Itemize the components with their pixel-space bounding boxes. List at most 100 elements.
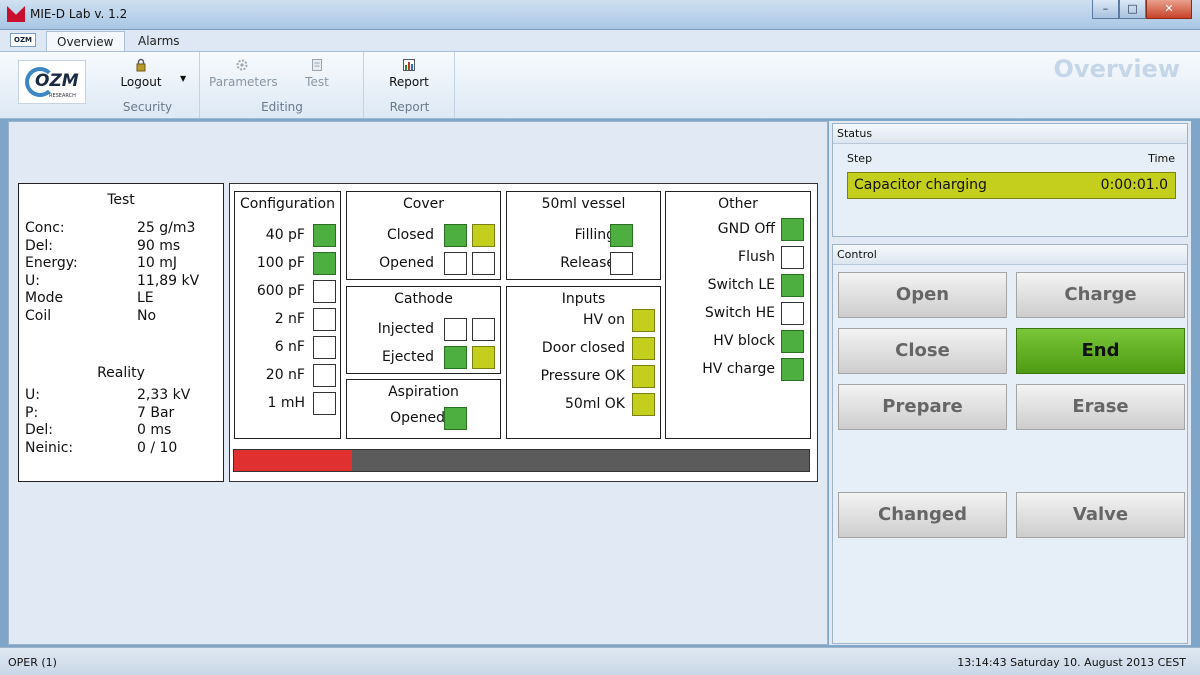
value-key: Energy: (25, 255, 78, 271)
logout-button[interactable]: Logout (106, 58, 176, 89)
ribbon-tabs: OZM Overview Alarms (0, 30, 1200, 51)
value-val: 0 / 10 (137, 439, 178, 456)
indicator-label: Opened (379, 255, 434, 271)
lock-icon (136, 58, 146, 72)
status-indicator (444, 318, 467, 341)
status-indicator (781, 246, 804, 269)
status-step-header: Step (847, 152, 873, 165)
indicator-label: Flush (738, 249, 775, 265)
value-row: Neinic: 0 / 10 (25, 440, 215, 457)
status-indicator (781, 274, 804, 297)
indicator-label: Pressure OK (540, 368, 625, 384)
status-indicator (610, 224, 633, 247)
close-cover-button[interactable]: Close (838, 328, 1007, 374)
control-pane: Control Open Charge Close End Prepare Er… (832, 244, 1188, 644)
tab-overview[interactable]: Overview (46, 31, 125, 51)
datetime-status: 13:14:43 Saturday 10. August 2013 CEST (957, 656, 1186, 669)
value-val: 7 Bar (137, 404, 175, 421)
status-time-value: 0:00:01.0 (1100, 177, 1168, 193)
configuration-title: Configuration (240, 196, 335, 212)
value-row: Conc: 25 g/m3 (25, 220, 215, 237)
group-label-editing: Editing (261, 100, 303, 114)
app-menu-button[interactable]: OZM (10, 33, 36, 47)
progress-fill (234, 450, 352, 471)
report-chart-icon (403, 59, 415, 71)
logo-text: OZM (35, 71, 79, 91)
company-logo: OZM RESEARCH (18, 60, 86, 104)
ribbon-group-report: Report Report (365, 52, 455, 118)
chevron-down-icon[interactable]: ▼ (180, 74, 186, 83)
cathode-title: Cathode (394, 291, 453, 307)
status-indicator (313, 336, 336, 359)
ribbon: OZM RESEARCH Logout ▼ Security Parameter… (0, 51, 1200, 119)
status-row[interactable]: Capacitor charging 0:00:01.0 (847, 172, 1176, 199)
indicator-label: Injected (377, 321, 434, 337)
changed-button[interactable]: Changed (838, 492, 1007, 538)
charge-button[interactable]: Charge (1016, 272, 1185, 318)
value-row: Coil No (25, 308, 215, 325)
value-key: Del: (25, 237, 53, 254)
value-key: U: (25, 387, 40, 403)
value-row: U: 11,89 kV (25, 273, 215, 290)
minimize-button[interactable]: – (1092, 0, 1119, 19)
configuration-panel: Configuration 40 pF 100 pF 600 pF 2 nF 6 nF 2… (234, 191, 341, 439)
status-step-value: Capacitor charging (854, 177, 987, 193)
value-val: 10 mJ (137, 255, 178, 271)
value-key: U: (25, 272, 40, 289)
value-row: Del: 0 ms (25, 422, 215, 439)
report-button[interactable]: Report (379, 58, 439, 89)
status-bar: OPER (1) 13:14:43 Saturday 10. August 20… (0, 647, 1200, 675)
status-indicator (781, 330, 804, 353)
value-key: Mode (25, 290, 64, 306)
cathode-panel: Cathode Injected Ejected (346, 286, 501, 374)
value-row: U: 2,33 kV (25, 387, 215, 404)
indicator-label: Release (560, 255, 615, 271)
close-button[interactable]: ✕ (1146, 0, 1192, 19)
erase-button[interactable]: Erase (1016, 384, 1185, 430)
parameters-button[interactable]: Parameters (209, 58, 278, 89)
value-key: Conc: (25, 220, 65, 236)
status-indicator (313, 280, 336, 303)
other-title: Other (718, 196, 758, 212)
end-button[interactable]: End (1016, 328, 1185, 374)
indicator-label: Filling (574, 227, 615, 243)
prepare-button[interactable]: Prepare (838, 384, 1007, 430)
value-row: Mode LE (25, 290, 215, 307)
status-indicator (632, 309, 655, 332)
control-pane-title: Control (833, 245, 1187, 265)
status-pane-title: Status (833, 124, 1187, 144)
parameters-label: Parameters (209, 75, 278, 89)
status-indicator (472, 346, 495, 369)
indicator-label: 600 pF (256, 283, 305, 299)
tab-alarms[interactable]: Alarms (128, 31, 190, 51)
status-indicator (444, 224, 467, 247)
status-indicator (472, 252, 495, 275)
value-val: 11,89 kV (137, 272, 200, 289)
status-indicator (632, 337, 655, 360)
status-indicator (313, 308, 336, 331)
status-indicator (472, 318, 495, 341)
indicator-label: 40 pF (265, 227, 305, 243)
status-pane: Status Step Time Capacitor charging 0:00… (832, 123, 1188, 237)
valve-button[interactable]: Valve (1016, 492, 1185, 538)
inputs-panel: Inputs HV on Door closed Pressure OK 50ml O… (506, 286, 661, 439)
indicator-label: HV block (713, 333, 775, 349)
indicator-label: Opened (390, 410, 445, 426)
test-button[interactable]: Test (297, 58, 337, 89)
other-panel: Other GND Off Flush Switch LE Switch HE HV b… (665, 191, 811, 439)
logo-subtext: RESEARCH (49, 93, 76, 99)
open-button[interactable]: Open (838, 272, 1007, 318)
inputs-title: Inputs (561, 291, 606, 307)
value-key: Neinic: (25, 439, 74, 456)
maximize-button[interactable]: □ (1119, 0, 1146, 19)
aspiration-panel: Aspiration Opened (346, 379, 501, 439)
status-indicator (781, 358, 804, 381)
value-key: P: (25, 404, 39, 421)
status-indicator (632, 365, 655, 388)
right-panel: Status Step Time Capacitor charging 0:00… (829, 121, 1191, 645)
status-indicator (444, 407, 467, 430)
status-indicator (444, 346, 467, 369)
status-indicator (781, 218, 804, 241)
status-indicator (313, 392, 336, 415)
operator-status: OPER (1) (8, 656, 57, 669)
